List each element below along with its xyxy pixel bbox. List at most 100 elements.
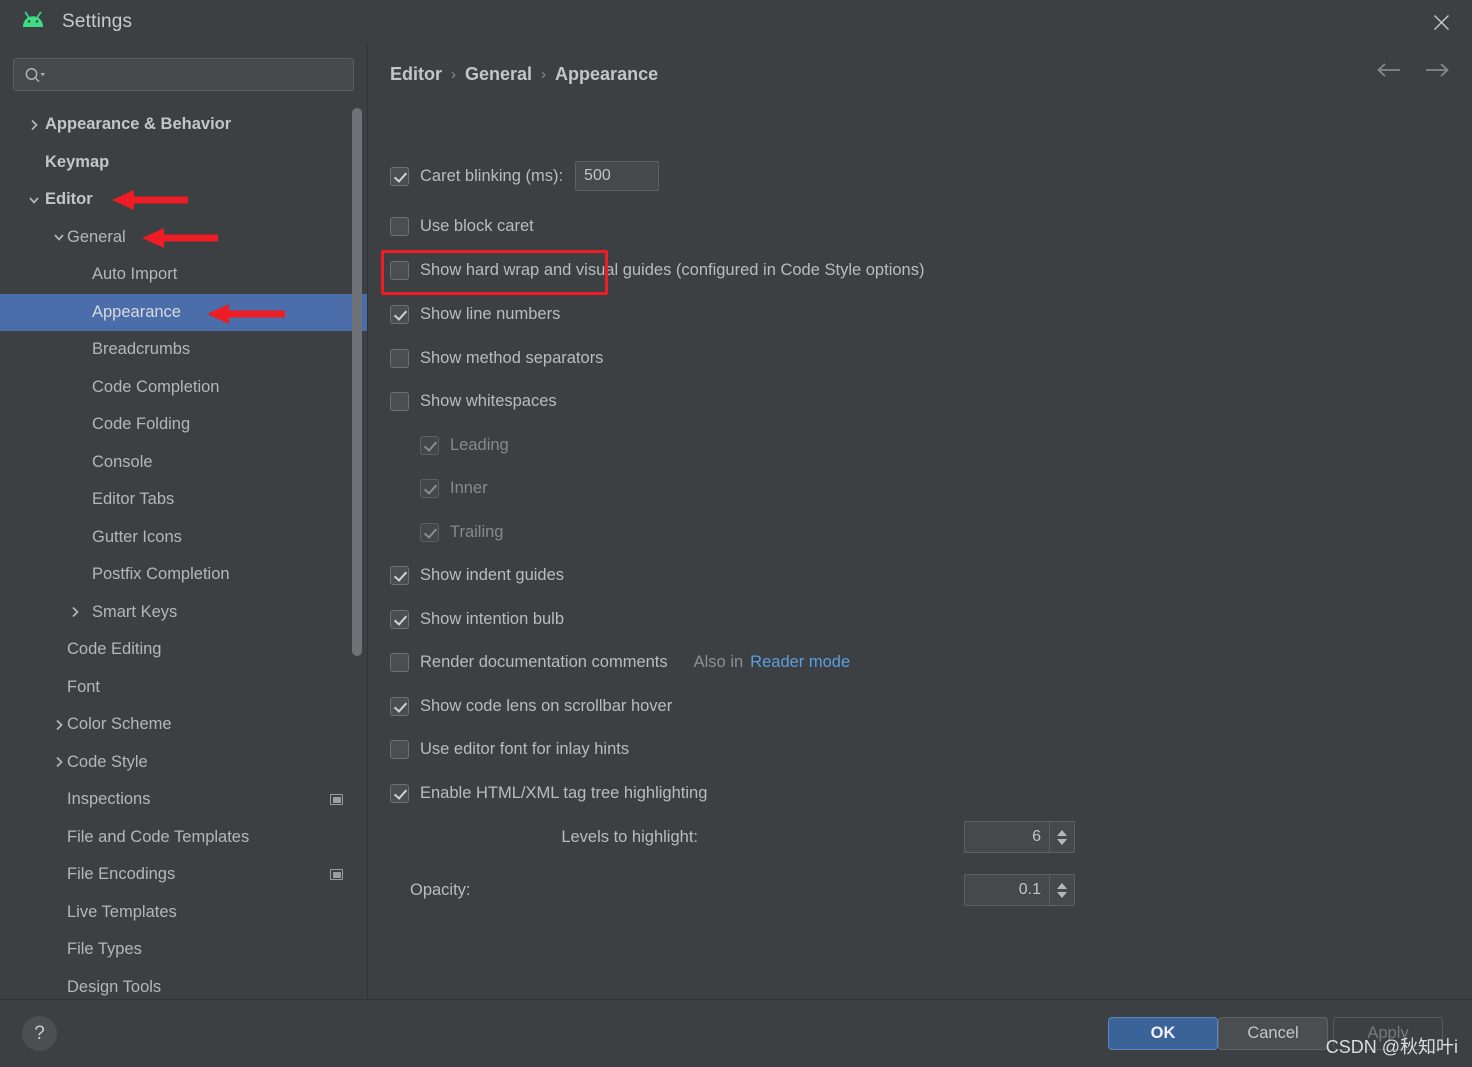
whitespace-leading-row: Leading xyxy=(420,432,509,458)
arrow-right-icon[interactable] xyxy=(1424,62,1450,78)
sidebar-item-file-types[interactable]: File Types xyxy=(0,931,367,969)
ok-button[interactable]: OK xyxy=(1108,1017,1218,1050)
sidebar-item-label: File and Code Templates xyxy=(67,827,250,846)
sidebar-item-label: Auto Import xyxy=(92,265,178,284)
project-scope-icon xyxy=(330,869,343,881)
show-line-numbers-checkbox[interactable] xyxy=(390,304,409,324)
spinner-down-icon[interactable] xyxy=(1057,838,1067,845)
reader-mode-link[interactable]: Reader mode xyxy=(750,653,850,672)
chevron-right-icon[interactable] xyxy=(51,754,67,770)
sidebar-item-live-templates[interactable]: Live Templates xyxy=(0,894,367,932)
show-hard-wrap-checkbox[interactable] xyxy=(390,260,409,280)
sidebar-item-general[interactable]: General xyxy=(0,219,367,257)
levels-to-highlight-label: Levels to highlight: xyxy=(561,827,698,846)
caret-blinking-checkbox[interactable] xyxy=(390,166,409,186)
caret-blinking-input[interactable] xyxy=(575,161,660,191)
spinner-up-icon[interactable] xyxy=(1057,829,1067,836)
opacity-spinner-buttons[interactable] xyxy=(1049,875,1074,905)
spinner-up-icon[interactable] xyxy=(1057,882,1067,889)
sidebar-item-code-style[interactable]: Code Style xyxy=(0,744,367,782)
sidebar-item-label: Gutter Icons xyxy=(92,527,182,546)
use-editor-font-inlay-checkbox[interactable] xyxy=(390,739,409,759)
cancel-button[interactable]: Cancel xyxy=(1218,1017,1328,1050)
sidebar-item-label: Appearance xyxy=(92,302,181,321)
sidebar-item-auto-import[interactable]: Auto Import xyxy=(0,256,367,294)
sidebar-item-breadcrumbs[interactable]: Breadcrumbs xyxy=(0,331,367,369)
chevron-right-icon[interactable] xyxy=(67,604,83,620)
sidebar-item-code-completion[interactable]: Code Completion xyxy=(0,369,367,407)
opacity-label: Opacity: xyxy=(410,880,471,899)
sidebar-item-appearance[interactable]: Appearance xyxy=(0,293,367,331)
breadcrumb-item-editor[interactable]: Editor xyxy=(390,64,442,85)
whitespace-inner-checkbox[interactable] xyxy=(420,478,439,498)
sidebar-item-label: Editor xyxy=(45,190,93,209)
sidebar-item-label: Font xyxy=(67,677,101,696)
search-input[interactable] xyxy=(46,66,353,83)
show-intention-bulb-label: Show intention bulb xyxy=(420,609,565,628)
whitespace-leading-checkbox[interactable] xyxy=(420,435,439,455)
show-code-lens-checkbox[interactable] xyxy=(390,696,409,716)
sidebar-item-gutter-icons[interactable]: Gutter Icons xyxy=(0,519,367,557)
use-block-caret-label: Use block caret xyxy=(420,216,534,235)
levels-to-highlight-spinner[interactable] xyxy=(964,821,1075,853)
title-bar: Settings xyxy=(0,0,1472,45)
sidebar-item-editor-tabs[interactable]: Editor Tabs xyxy=(0,481,367,519)
whitespace-leading-label: Leading xyxy=(450,435,509,454)
breadcrumb-item-appearance[interactable]: Appearance xyxy=(555,64,658,85)
opacity-input[interactable] xyxy=(965,875,1049,905)
sidebar-item-file-encodings[interactable]: File Encodings xyxy=(0,856,367,894)
settings-tree[interactable]: Appearance & Behavior Keymap Editor General… xyxy=(0,106,367,1000)
chevron-right-icon[interactable] xyxy=(51,717,67,733)
breadcrumb-item-general[interactable]: General xyxy=(465,64,532,85)
chevron-down-icon[interactable] xyxy=(51,229,67,245)
show-whitespaces-row: Show whitespaces xyxy=(390,388,557,414)
sidebar-item-console[interactable]: Console xyxy=(0,444,367,482)
sidebar-item-postfix-completion[interactable]: Postfix Completion xyxy=(0,556,367,594)
show-whitespaces-checkbox[interactable] xyxy=(390,391,409,411)
use-block-caret-checkbox[interactable] xyxy=(390,216,409,236)
sidebar-item-file-and-code-templates[interactable]: File and Code Templates xyxy=(0,819,367,857)
sidebar-item-label: Breadcrumbs xyxy=(92,340,191,359)
opacity-spinner[interactable] xyxy=(964,874,1075,906)
show-hard-wrap-label: Show hard wrap and visual guides (config… xyxy=(420,260,925,279)
help-button[interactable]: ? xyxy=(22,1016,57,1051)
sidebar-item-design-tools[interactable]: Design Tools xyxy=(0,969,367,1001)
sidebar-item-appearance-behavior[interactable]: Appearance & Behavior xyxy=(0,106,367,144)
spinner-down-icon[interactable] xyxy=(1057,891,1067,898)
sidebar-item-code-editing[interactable]: Code Editing xyxy=(0,631,367,669)
render-doc-comments-checkbox[interactable] xyxy=(390,652,409,672)
search-field[interactable] xyxy=(13,58,354,91)
chevron-right-icon[interactable] xyxy=(26,117,42,133)
show-hard-wrap-row: Show hard wrap and visual guides (config… xyxy=(390,257,924,283)
show-intention-bulb-checkbox[interactable] xyxy=(390,609,409,629)
sidebar-item-smart-keys[interactable]: Smart Keys xyxy=(0,594,367,632)
sidebar-item-code-folding[interactable]: Code Folding xyxy=(0,406,367,444)
levels-spinner-buttons[interactable] xyxy=(1049,822,1074,852)
enable-tag-tree-checkbox[interactable] xyxy=(390,783,409,803)
show-method-separators-checkbox[interactable] xyxy=(390,348,409,368)
whitespace-trailing-checkbox[interactable] xyxy=(420,522,439,542)
sidebar-item-keymap[interactable]: Keymap xyxy=(0,144,367,182)
opacity-row: Opacity: xyxy=(410,877,471,903)
enable-tag-tree-label: Enable HTML/XML tag tree highlighting xyxy=(420,783,708,802)
chevron-down-icon[interactable] xyxy=(26,192,42,208)
window-title: Settings xyxy=(62,11,133,32)
settings-dialog: Settings Appearance & Behavior Keymap Edit… xyxy=(0,0,1472,1067)
sidebar-item-label: Keymap xyxy=(45,152,110,171)
sidebar-item-label: Color Scheme xyxy=(67,715,172,734)
sidebar-item-font[interactable]: Font xyxy=(0,669,367,707)
show-indent-guides-checkbox[interactable] xyxy=(390,565,409,585)
arrow-left-icon[interactable] xyxy=(1376,62,1402,78)
close-icon[interactable] xyxy=(1410,0,1472,44)
sidebar-item-inspections[interactable]: Inspections xyxy=(0,781,367,819)
show-line-numbers-label: Show line numbers xyxy=(420,304,561,323)
sidebar-item-label: Postfix Completion xyxy=(92,565,230,584)
sidebar-item-editor[interactable]: Editor xyxy=(0,181,367,219)
enable-tag-tree-row: Enable HTML/XML tag tree highlighting xyxy=(390,780,707,806)
sidebar-item-color-scheme[interactable]: Color Scheme xyxy=(0,706,367,744)
sidebar-scrollbar[interactable] xyxy=(352,108,362,656)
sidebar-item-label: Code Folding xyxy=(92,415,191,434)
caret-blinking-row: Caret blinking (ms): xyxy=(390,161,660,191)
sidebar-item-label: File Types xyxy=(67,940,142,959)
levels-to-highlight-input[interactable] xyxy=(965,822,1049,852)
